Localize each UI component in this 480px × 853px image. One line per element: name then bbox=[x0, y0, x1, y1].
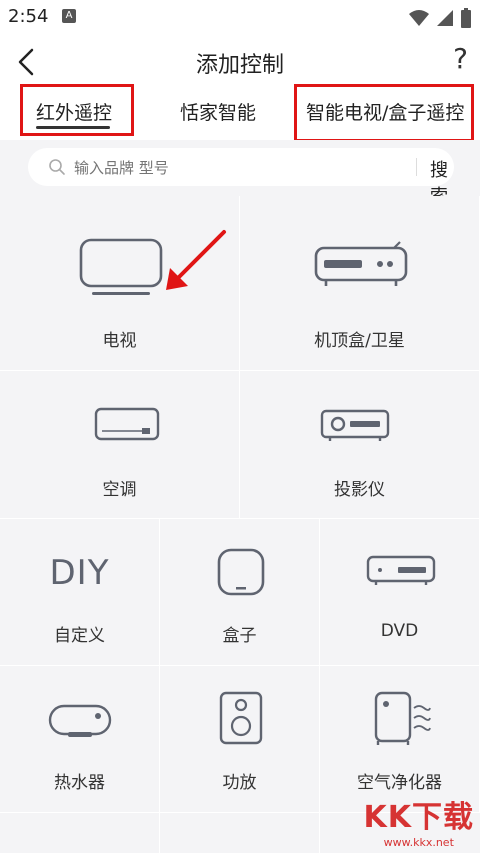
set-top-box-icon bbox=[314, 241, 408, 286]
notification-icon: A bbox=[62, 9, 76, 23]
device-label-dvd: DVD bbox=[380, 621, 419, 641]
device-label-air-purifier: 空气净化器 bbox=[357, 773, 442, 793]
diy-icon: DIY bbox=[49, 553, 110, 593]
device-grid: 电视 机顶盒/卫星 空调 投影仪 DIY 自定义 盒子 DVD 热水器 功放 空… bbox=[0, 196, 480, 853]
dvd-icon bbox=[366, 555, 436, 585]
search-divider bbox=[416, 158, 417, 176]
search-icon bbox=[49, 159, 65, 175]
watermark-main-text: KK下载 bbox=[363, 800, 474, 835]
search-area: 搜索 bbox=[0, 140, 480, 207]
water-heater-icon bbox=[48, 704, 112, 737]
air-purifier-icon bbox=[374, 691, 431, 745]
device-label-diy: 自定义 bbox=[54, 626, 105, 646]
device-tile-projector[interactable]: 投影仪 bbox=[240, 371, 480, 519]
air-conditioner-icon bbox=[94, 407, 160, 441]
device-label-water-heater: 热水器 bbox=[54, 773, 105, 793]
box-icon bbox=[217, 548, 265, 596]
device-label-tv: 电视 bbox=[102, 331, 137, 351]
page-title: 添加控制 bbox=[195, 53, 284, 78]
battery-icon bbox=[461, 8, 471, 28]
red-arrow-annotation bbox=[166, 230, 226, 290]
signal-icon bbox=[437, 10, 453, 26]
tv-icon bbox=[79, 238, 163, 295]
device-label-projector: 投影仪 bbox=[334, 480, 385, 500]
device-label-set-top-box: 机顶盒/卫星 bbox=[314, 331, 405, 351]
status-time: 2:54 bbox=[8, 6, 49, 27]
device-tile-diy[interactable]: DIY 自定义 bbox=[0, 519, 160, 666]
app-bar: 添加控制 ? bbox=[0, 34, 480, 90]
status-bar: 2:54 A bbox=[0, 0, 480, 34]
device-tile-dvd[interactable]: DVD bbox=[320, 519, 480, 666]
watermark-logo: KK下载 www.kkx.net bbox=[364, 792, 475, 849]
device-tile-air-purifier[interactable]: 空气净化器 bbox=[320, 666, 480, 813]
device-label-box: 盒子 bbox=[222, 626, 257, 646]
device-label-air-conditioner: 空调 bbox=[102, 480, 137, 500]
device-tile-box[interactable]: 盒子 bbox=[160, 519, 320, 666]
watermark-url: www.kkx.net bbox=[383, 836, 454, 849]
device-tile-air-conditioner[interactable]: 空调 bbox=[0, 371, 240, 519]
device-tile-water-heater[interactable]: 热水器 bbox=[0, 666, 160, 813]
system-icons bbox=[408, 8, 472, 28]
device-tile-partial-2 bbox=[160, 813, 320, 853]
device-tile-amplifier[interactable]: 功放 bbox=[160, 666, 320, 813]
tab-tiqia-smart[interactable]: 恬家智能 bbox=[180, 98, 256, 125]
device-tile-partial-1 bbox=[0, 813, 160, 853]
highlight-box-infrared-tab bbox=[20, 84, 134, 136]
amplifier-icon bbox=[219, 691, 263, 745]
projector-icon bbox=[320, 409, 390, 441]
help-icon[interactable]: ? bbox=[453, 42, 468, 75]
highlight-box-tv-box-tab bbox=[294, 84, 474, 142]
wifi-icon bbox=[409, 10, 429, 26]
search-bar: 搜索 bbox=[28, 148, 454, 207]
device-label-amplifier: 功放 bbox=[222, 773, 257, 793]
device-tile-set-top-box[interactable]: 机顶盒/卫星 bbox=[240, 196, 480, 371]
search-input[interactable] bbox=[72, 156, 406, 180]
